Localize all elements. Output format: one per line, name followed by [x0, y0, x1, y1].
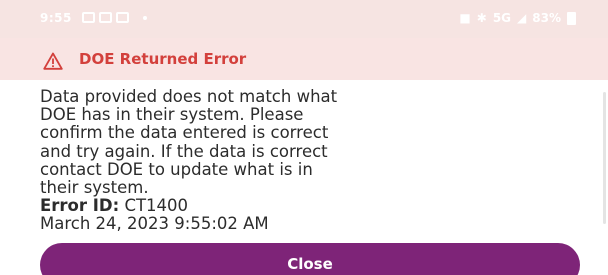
close-button[interactable]: Close — [40, 243, 580, 275]
message-line: DOE has in their system. Please — [40, 105, 304, 125]
signal-icon: ◢ — [517, 11, 527, 25]
status-bar: 9:55 ■ ✱ 5G ◢ 83% — [0, 0, 608, 38]
error-id-row: Error ID: CT1400 — [40, 197, 595, 215]
error-id-value: CT1400 — [124, 196, 189, 216]
status-time: 9:55 — [40, 11, 72, 25]
message-notification-icon — [99, 12, 112, 23]
system-status-icons: ■ ✱ 5G ◢ 83% — [459, 11, 576, 25]
notification-icons — [82, 12, 147, 23]
battery-icon — [567, 11, 576, 25]
app-notification-icon — [116, 12, 129, 23]
message-line: confirm the data entered is correct — [40, 123, 329, 143]
bluetooth-icon: ✱ — [476, 11, 487, 25]
more-notifications-icon — [143, 15, 147, 20]
error-header: DOE Returned Error — [0, 38, 608, 80]
network-type: 5G — [492, 11, 512, 25]
message-line: Data provided does not match what — [40, 87, 338, 106]
message-line: contact DOE to update what is in — [40, 159, 313, 179]
warning-icon — [43, 52, 63, 70]
battery-percent: 83% — [532, 11, 561, 25]
message-line: and try again. If the data is correct — [40, 141, 328, 161]
message-line: their system. — [40, 178, 149, 198]
dialog-title: DOE Returned Error — [79, 50, 247, 68]
error-id-label: Error ID: — [40, 196, 120, 216]
error-message: Data provided does not match what DOE ha… — [40, 87, 595, 234]
image-notification-icon — [82, 12, 95, 23]
error-timestamp: March 24, 2023 9:55:02 AM — [40, 214, 269, 234]
alarm-icon: ■ — [459, 11, 471, 25]
scrollbar[interactable] — [603, 92, 606, 224]
